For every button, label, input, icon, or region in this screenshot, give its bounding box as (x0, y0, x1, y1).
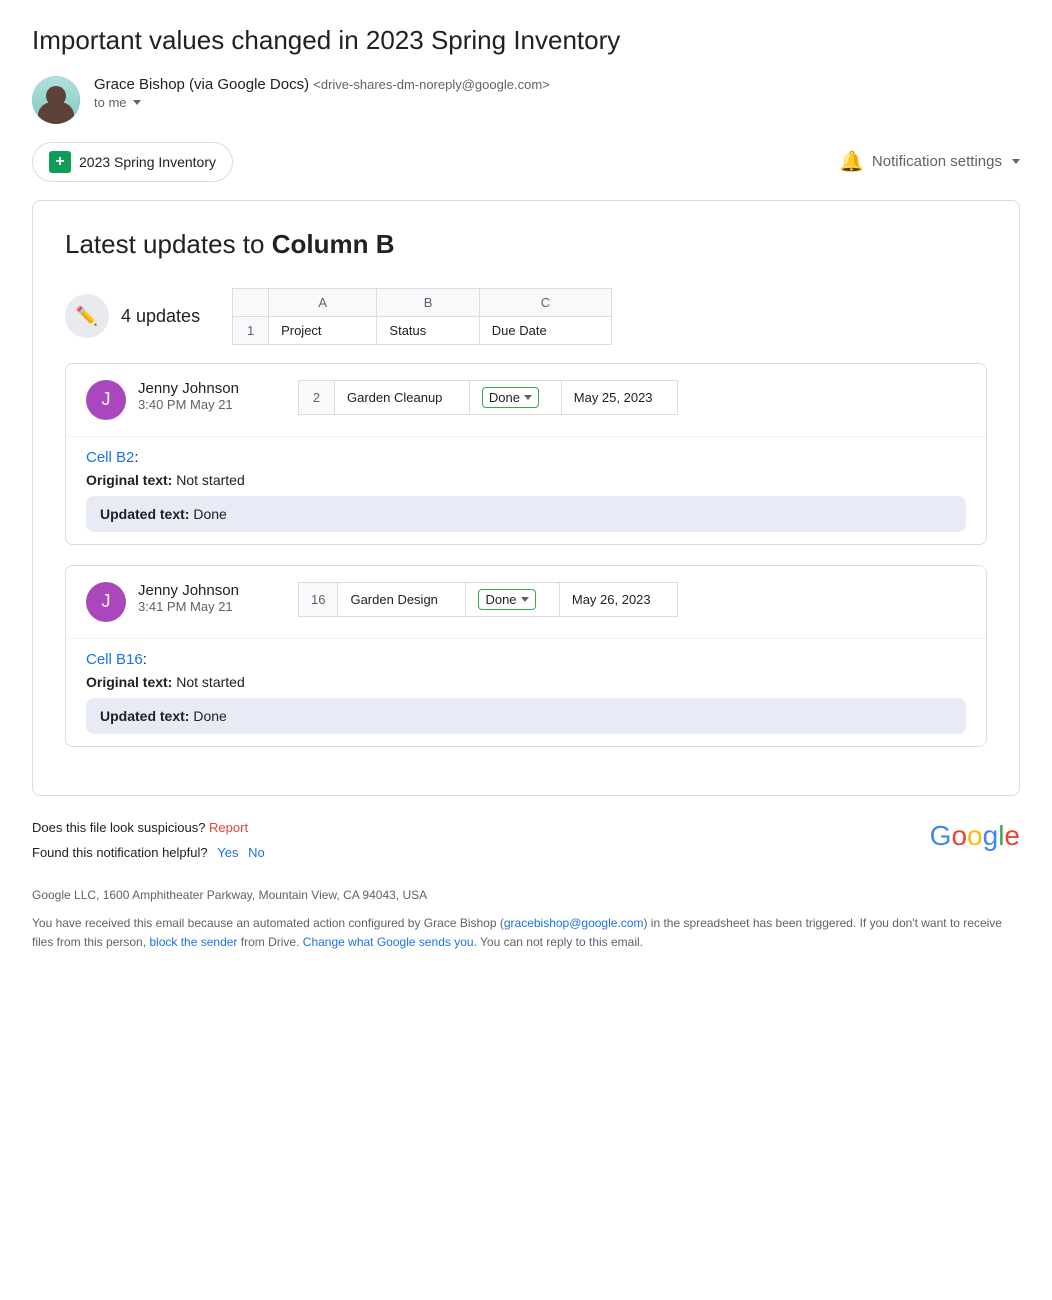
update-col-a-2: Garden Design (338, 582, 466, 616)
spreadsheet-button-label: 2023 Spring Inventory (79, 154, 216, 170)
user-details-1: Jenny Johnson 3:40 PM May 21 (138, 380, 239, 412)
sheet-header-table: A B C 1 Project Status Due Date (232, 288, 612, 345)
update-entry-2: J Jenny Johnson 3:41 PM May 21 16 Garden… (65, 565, 987, 747)
update-col-a-1: Garden Cleanup (335, 380, 470, 414)
update-table-2: 16 Garden Design Done May 26, 2023 (298, 582, 678, 617)
sheets-icon: + (49, 151, 71, 173)
sender-name: Grace Bishop (via Google Docs) (94, 76, 309, 93)
update-col-c-1: May 25, 2023 (561, 380, 677, 414)
suspicious-text: Does this file look suspicious? (32, 820, 205, 835)
footer-section: Does this file look suspicious? Report F… (32, 820, 1020, 968)
user-avatar-1: J (86, 380, 126, 420)
card-title-bold: Column B (272, 229, 395, 259)
updates-count: 4 updates (121, 306, 200, 327)
done-badge-1: Done (482, 387, 539, 408)
spreadsheet-button[interactable]: + 2023 Spring Inventory (32, 142, 233, 182)
updates-count-area: ✏️ 4 updates (65, 294, 200, 338)
row-1-num: 1 (233, 316, 269, 344)
user-info-2: J Jenny Johnson 3:41 PM May 21 (86, 582, 266, 622)
user-info-1: J Jenny Johnson 3:40 PM May 21 (86, 380, 266, 420)
helpful-row: Found this notification helpful? Yes No (32, 845, 265, 860)
user-details-2: Jenny Johnson 3:41 PM May 21 (138, 582, 239, 614)
user-avatar-2: J (86, 582, 126, 622)
footer-address: Google LLC, 1600 Amphitheater Parkway, M… (32, 888, 1020, 902)
update-col-b-2: Done (466, 582, 559, 616)
update-entry-1: J Jenny Johnson 3:40 PM May 21 2 Garden … (65, 363, 987, 545)
change-google-sends-link[interactable]: Change what Google sends you. (303, 935, 477, 949)
col-empty-header (233, 288, 269, 316)
update-row-num-1: 2 (299, 380, 335, 414)
grace-bishop-email-link[interactable]: gracebishop@google.com (504, 916, 644, 930)
cell-link-1[interactable]: Cell B2 (86, 449, 134, 466)
user-name-1: Jenny Johnson (138, 380, 239, 397)
done-badge-2: Done (478, 589, 535, 610)
update-header-1: J Jenny Johnson 3:40 PM May 21 2 Garden … (66, 364, 986, 436)
sheets-plus-icon: + (55, 154, 64, 170)
main-card: Latest updates to Column B ✏️ 4 updates … (32, 200, 1020, 796)
updates-container: J Jenny Johnson 3:40 PM May 21 2 Garden … (65, 363, 987, 747)
updated-text-box-2: Updated text: Done (86, 698, 966, 734)
avatar (32, 76, 80, 124)
suspicious-row: Does this file look suspicious? Report (32, 820, 265, 835)
report-link[interactable]: Report (209, 820, 248, 835)
row-1-col-b: Status (377, 316, 479, 344)
cell-link-2[interactable]: Cell B16 (86, 651, 143, 668)
to-me-label: to me (94, 95, 127, 110)
badge-arrow-icon-1 (524, 395, 532, 400)
user-time-2: 3:41 PM May 21 (138, 599, 239, 614)
update-row-num-2: 16 (299, 582, 338, 616)
row-1-col-a: Project (269, 316, 377, 344)
notification-chevron-icon (1012, 159, 1020, 164)
user-time-1: 3:40 PM May 21 (138, 397, 239, 412)
no-link[interactable]: No (248, 845, 265, 860)
badge-arrow-icon-2 (521, 597, 529, 602)
card-title: Latest updates to Column B (65, 229, 987, 260)
update-header-2: J Jenny Johnson 3:41 PM May 21 16 Garden… (66, 566, 986, 638)
update-details-2: Cell B16: Original text: Not started Upd… (66, 638, 986, 746)
user-name-2: Jenny Johnson (138, 582, 239, 599)
card-title-prefix: Latest updates to (65, 229, 272, 259)
helpful-text: Found this notification helpful? (32, 845, 208, 860)
row-1-col-c: Due Date (479, 316, 611, 344)
google-logo: Google (930, 820, 1020, 852)
sender-email: <drive-shares-dm-noreply@google.com> (313, 77, 549, 92)
col-b-header: B (377, 288, 479, 316)
chevron-down-icon (133, 100, 141, 105)
cell-link-row-2: Cell B16: (86, 651, 966, 668)
toolbar-row: + 2023 Spring Inventory 🔔 Notification s… (32, 142, 1020, 182)
update-details-1: Cell B2: Original text: Not started Upda… (66, 436, 986, 544)
updated-text-box-1: Updated text: Done (86, 496, 966, 532)
block-sender-link[interactable]: block the sender (149, 935, 237, 949)
original-text-2: Original text: Not started (86, 674, 966, 690)
col-c-header: C (479, 288, 611, 316)
col-a-header: A (269, 288, 377, 316)
yes-link[interactable]: Yes (217, 845, 238, 860)
notification-settings-label: Notification settings (872, 153, 1002, 170)
update-col-b-1: Done (469, 380, 561, 414)
to-me-dropdown[interactable]: to me (94, 95, 1020, 110)
update-col-c-2: May 26, 2023 (559, 582, 677, 616)
bell-icon: 🔔 (839, 149, 864, 174)
sender-name-row: Grace Bishop (via Google Docs) <drive-sh… (94, 76, 1020, 93)
sender-row: Grace Bishop (via Google Docs) <drive-sh… (32, 76, 1020, 124)
original-text-1: Original text: Not started (86, 472, 966, 488)
email-title: Important values changed in 2023 Spring … (32, 24, 1020, 58)
notification-settings-button[interactable]: 🔔 Notification settings (839, 149, 1020, 174)
updates-header: ✏️ 4 updates A B C 1 Project Status Due … (65, 288, 987, 345)
cell-link-row-1: Cell B2: (86, 449, 966, 466)
footer-legal: You have received this email because an … (32, 914, 1020, 952)
pencil-icon: ✏️ (65, 294, 109, 338)
update-table-1: 2 Garden Cleanup Done May 25, 2023 (298, 380, 678, 415)
sender-info: Grace Bishop (via Google Docs) <drive-sh… (94, 76, 1020, 110)
